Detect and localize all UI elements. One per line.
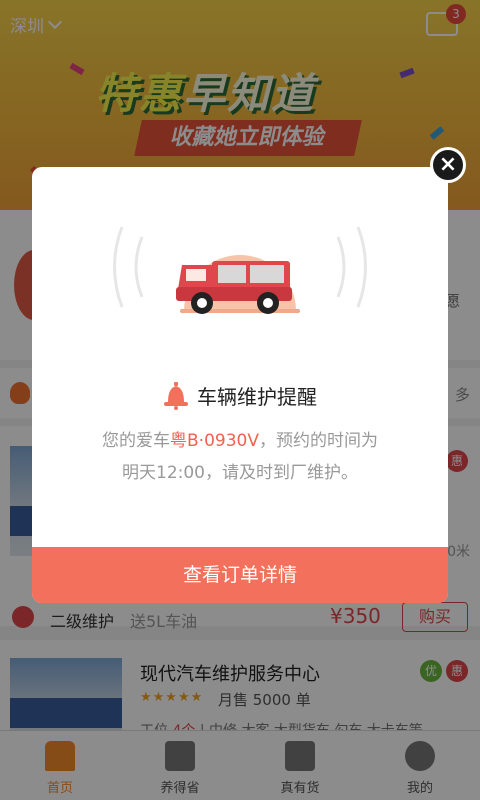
dialog-message: 您的爱车粤B·0930V，预约的时间为 明天12:00，请及时到厂维护。 — [102, 431, 378, 483]
dialog-title: 车辆维护提醒 — [197, 385, 317, 409]
bell-icon — [164, 381, 188, 410]
license-plate: 粤B·0930V — [170, 431, 259, 451]
truck-illustration — [113, 226, 367, 314]
dialog-title-row: 车辆维护提醒 — [32, 381, 448, 410]
maintenance-reminder-dialog: 车辆维护提醒 您的爱车粤B·0930V，预约的时间为 明天12:00，请及时到厂… — [32, 167, 448, 603]
close-icon[interactable]: × — [430, 147, 466, 183]
view-order-details-button[interactable]: 查看订单详情 — [32, 547, 448, 603]
